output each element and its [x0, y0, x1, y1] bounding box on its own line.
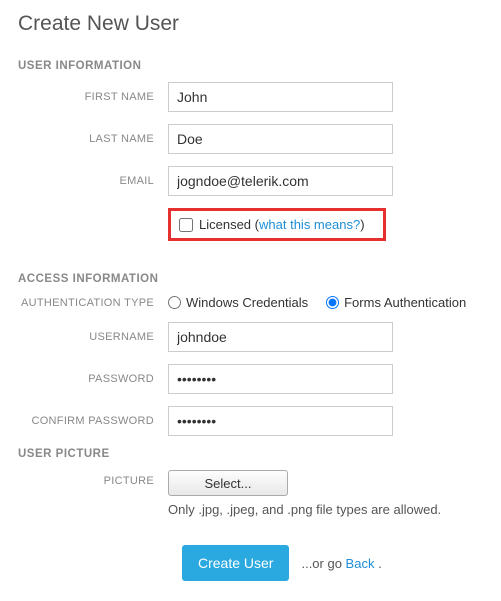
licensed-highlight-box: Licensed (what this means?): [168, 208, 386, 241]
first-name-input[interactable]: [168, 82, 393, 112]
action-row: Create User ...or go Back .: [182, 545, 483, 581]
row-email: EMAIL: [18, 166, 483, 196]
row-auth-type: AUTHENTICATION TYPE Windows Credentials …: [18, 295, 483, 310]
or-go-prefix: ...or go: [301, 556, 345, 571]
row-picture: PICTURE Select... Only .jpg, .jpeg, and …: [18, 470, 483, 517]
section-header-access-info: ACCESS INFORMATION: [18, 273, 483, 285]
label-confirm-password: CONFIRM PASSWORD: [18, 415, 168, 427]
auth-windows-radio[interactable]: [168, 296, 181, 309]
row-licensed: Licensed (what this means?): [18, 208, 483, 241]
licensed-word: Licensed: [199, 217, 251, 232]
row-last-name: LAST NAME: [18, 124, 483, 154]
section-header-user-picture: USER PICTURE: [18, 448, 483, 460]
label-last-name: LAST NAME: [18, 133, 168, 145]
auth-windows-label: Windows Credentials: [186, 295, 308, 310]
last-name-input[interactable]: [168, 124, 393, 154]
page-title: Create New User: [18, 12, 483, 36]
row-password: PASSWORD: [18, 364, 483, 394]
auth-forms-radio[interactable]: [326, 296, 339, 309]
password-input[interactable]: [168, 364, 393, 394]
picture-hint-text: Only .jpg, .jpeg, and .png file types ar…: [168, 502, 483, 517]
label-email: EMAIL: [18, 175, 168, 187]
row-first-name: FIRST NAME: [18, 82, 483, 112]
label-username: USERNAME: [18, 331, 168, 343]
section-header-user-info: USER INFORMATION: [18, 60, 483, 72]
confirm-password-input[interactable]: [168, 406, 393, 436]
back-link[interactable]: Back: [346, 556, 375, 571]
licensed-checkbox[interactable]: [179, 218, 193, 232]
auth-forms-label: Forms Authentication: [344, 295, 466, 310]
label-auth-type: AUTHENTICATION TYPE: [18, 297, 168, 309]
auth-forms-option[interactable]: Forms Authentication: [326, 295, 466, 310]
or-go-period: .: [374, 556, 381, 571]
licensed-label-text: Licensed (what this means?): [199, 217, 365, 232]
licensed-paren-close: ): [360, 217, 364, 232]
create-user-button[interactable]: Create User: [182, 545, 289, 581]
select-picture-button[interactable]: Select...: [168, 470, 288, 496]
label-first-name: FIRST NAME: [18, 91, 168, 103]
row-confirm-password: CONFIRM PASSWORD: [18, 406, 483, 436]
label-password: PASSWORD: [18, 373, 168, 385]
or-go-text: ...or go Back .: [301, 556, 381, 571]
auth-windows-option[interactable]: Windows Credentials: [168, 295, 308, 310]
label-picture: PICTURE: [18, 470, 168, 487]
email-input[interactable]: [168, 166, 393, 196]
licensed-help-link[interactable]: what this means?: [259, 217, 360, 232]
username-input[interactable]: [168, 322, 393, 352]
row-username: USERNAME: [18, 322, 483, 352]
